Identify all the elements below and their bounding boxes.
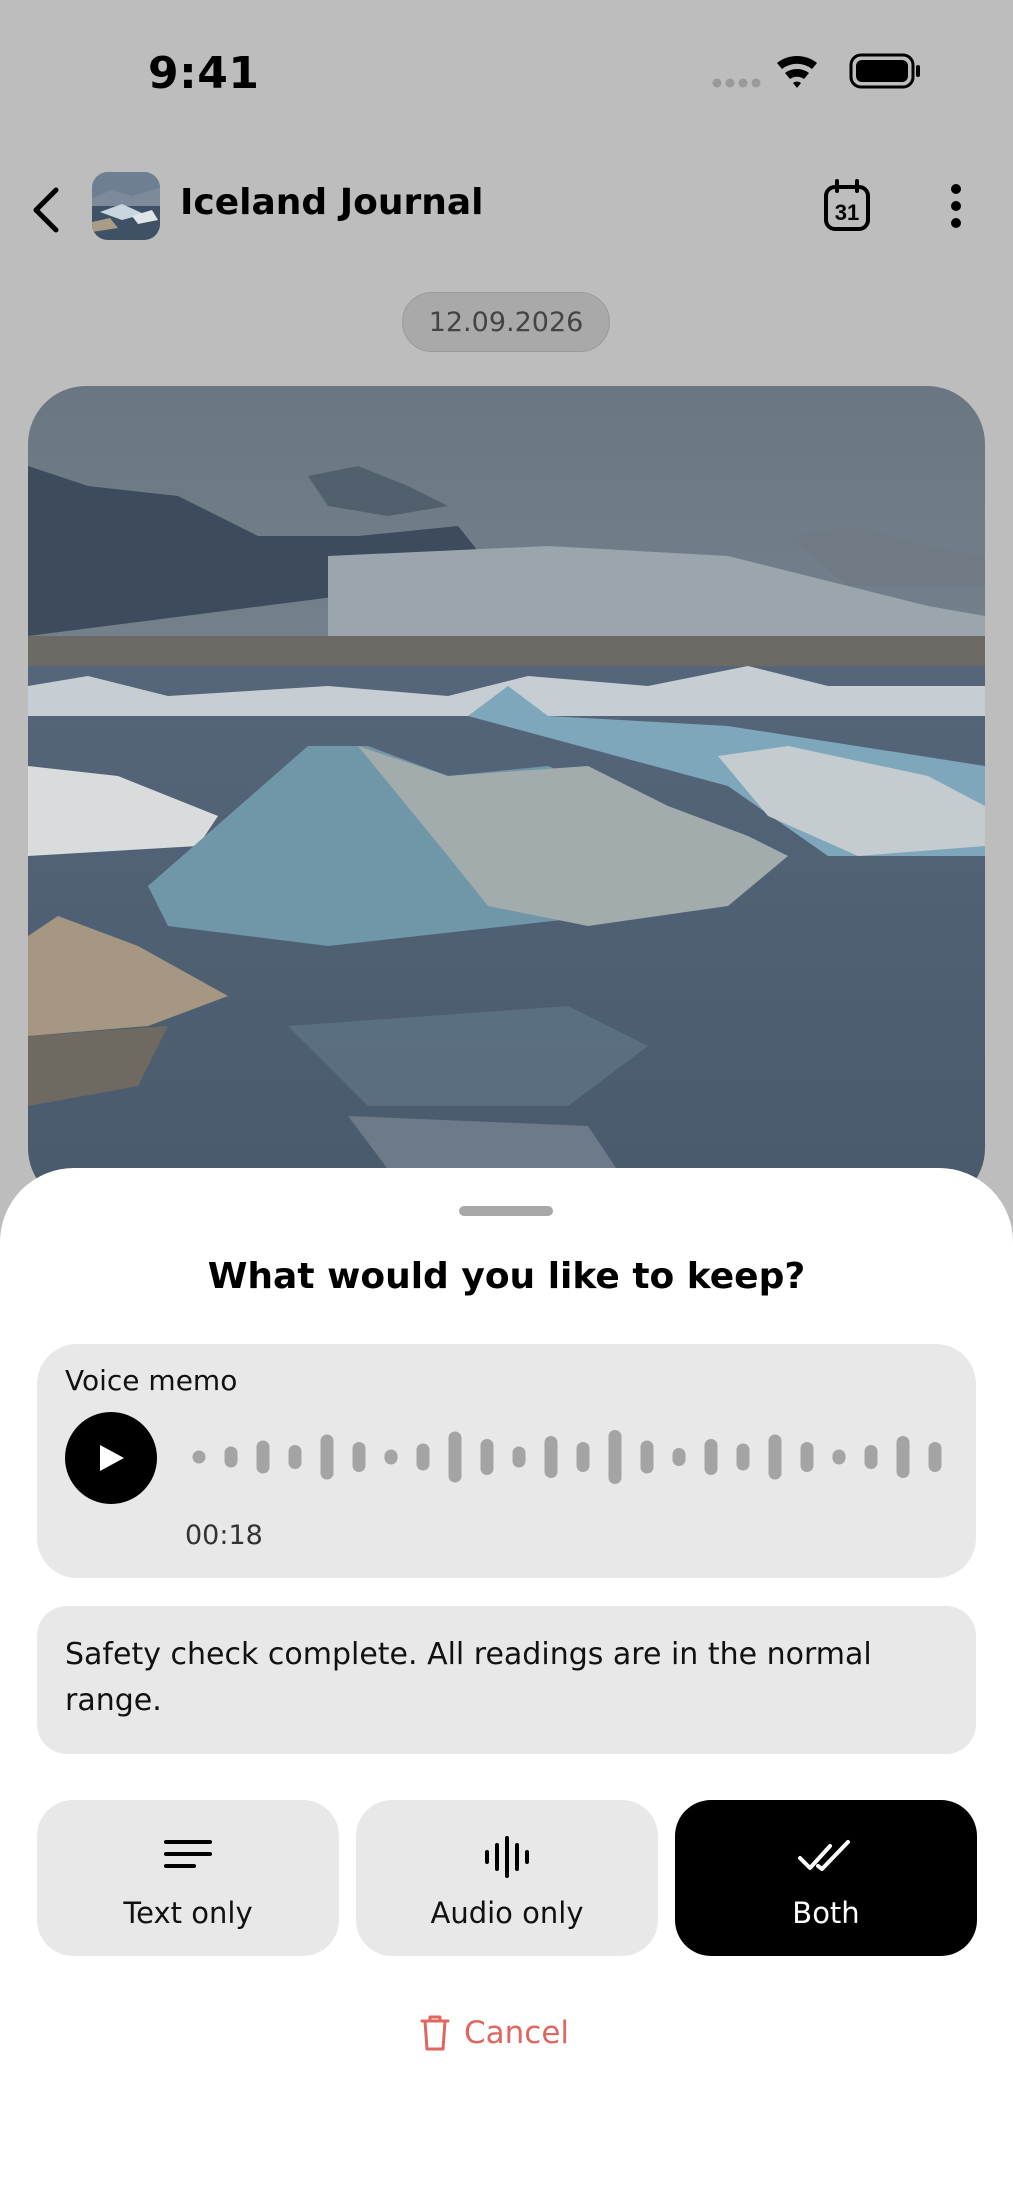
chevron-left-icon (33, 187, 59, 233)
audio-only-label: Audio only (430, 1896, 584, 1930)
waveform-bar (928, 1442, 942, 1472)
text-lines-icon (164, 1840, 212, 1868)
sheet-drag-handle[interactable] (459, 1206, 553, 1216)
audio-only-option[interactable]: Audio only (356, 1800, 658, 1956)
audio-wave-icon (485, 1836, 529, 1878)
waveform-bar (736, 1443, 750, 1471)
waveform-bar (704, 1439, 718, 1475)
play-icon (100, 1445, 124, 1471)
voice-memo-label: Voice memo (65, 1364, 238, 1397)
status-time: 9:41 (148, 48, 260, 99)
waveform-bar (800, 1442, 814, 1472)
back-button[interactable] (22, 180, 72, 240)
waveform-bar (896, 1436, 910, 1478)
more-vertical-icon (951, 184, 961, 228)
audio-waveform[interactable] (189, 1402, 979, 1512)
waveform-bar (448, 1431, 462, 1483)
transcript-card: Safety check complete. All readings are … (37, 1606, 976, 1754)
battery-icon (849, 53, 920, 89)
waveform-bar (512, 1446, 526, 1468)
waveform-bar (352, 1442, 366, 1472)
waveform-bar (672, 1448, 686, 1466)
voice-memo-card: Voice memo 00:18 (37, 1344, 976, 1578)
signal-icon (712, 78, 761, 88)
calendar-icon: 31 (824, 179, 870, 231)
date-chip: 12.09.2026 (402, 292, 610, 352)
waveform-bar (576, 1442, 590, 1472)
glacier-lagoon-photo[interactable] (28, 386, 985, 1206)
app-header: Iceland Journal 31 (0, 160, 1013, 260)
waveform-bar (288, 1445, 302, 1469)
waveform-bar (480, 1439, 494, 1475)
status-icons (711, 52, 921, 92)
waveform-bar (608, 1430, 622, 1484)
both-label: Both (792, 1896, 860, 1930)
sheet-title: What would you like to keep? (207, 1256, 806, 1297)
waveform-bar (640, 1440, 654, 1474)
waveform-bar (544, 1436, 558, 1478)
waveform-bar (768, 1434, 782, 1480)
waveform-bar (320, 1434, 334, 1480)
waveform-bar (864, 1445, 878, 1469)
waveform-bar (832, 1449, 846, 1465)
wifi-icon (777, 55, 817, 88)
waveform-bar (256, 1440, 270, 1474)
calendar-button[interactable]: 31 (822, 178, 872, 234)
waveform-bar (384, 1449, 398, 1465)
play-button[interactable] (65, 1412, 157, 1504)
calendar-day: 31 (835, 200, 859, 225)
text-only-label: Text only (123, 1896, 253, 1930)
waveform-bar (416, 1443, 430, 1471)
transcript-text: Safety check complete. All readings are … (65, 1637, 872, 1718)
cancel-label: Cancel (464, 2015, 570, 2051)
keep-options-sheet: What would you like to keep? Voice memo … (0, 1168, 1013, 2200)
waveform-bar (192, 1450, 206, 1464)
trash-icon (420, 2015, 450, 2051)
double-check-icon (798, 1840, 850, 1871)
cancel-button[interactable]: Cancel (420, 2008, 590, 2058)
more-options-button[interactable] (936, 176, 976, 236)
journal-avatar (92, 172, 160, 240)
status-bar: 9:41 (0, 0, 1013, 150)
text-only-option[interactable]: Text only (37, 1800, 339, 1956)
waveform-bar (224, 1446, 238, 1468)
chat-title: Iceland Journal (180, 182, 484, 223)
both-option[interactable]: Both (675, 1800, 977, 1956)
voice-memo-duration: 00:18 (185, 1520, 263, 1551)
